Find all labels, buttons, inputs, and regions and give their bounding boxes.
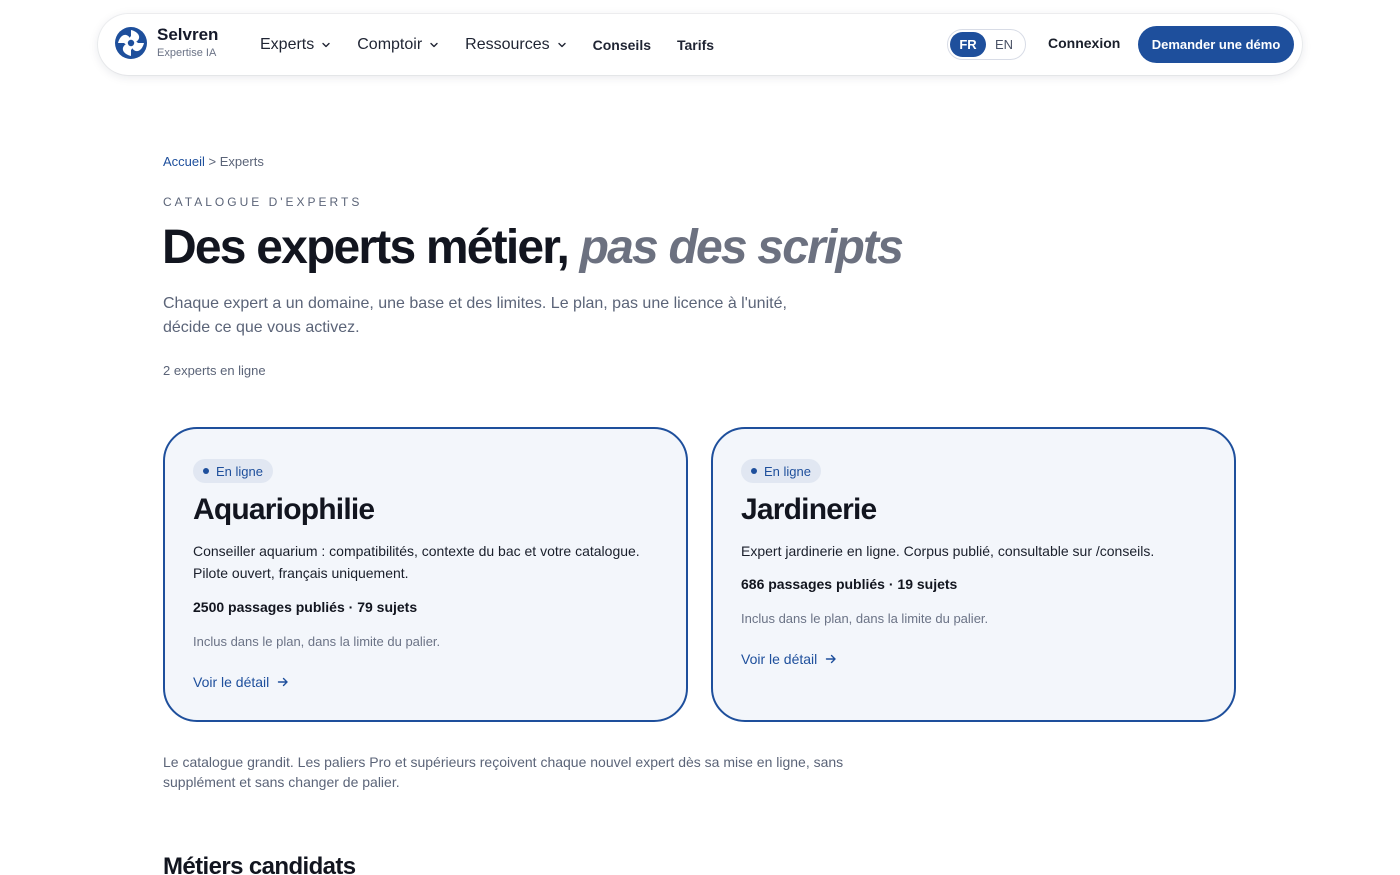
detail-link-label: Voir le détail <box>741 651 818 667</box>
brand[interactable]: Selvren Expertise IA <box>114 26 218 60</box>
menu-item-label: Comptoir <box>357 35 423 53</box>
status-badge-label: En ligne <box>216 463 263 479</box>
lang-option-en[interactable]: EN <box>986 32 1022 57</box>
expert-card-aquariophilie: En ligne Aquariophilie Conseiller aquari… <box>163 427 688 722</box>
expert-card-note: Inclus dans le plan, dans la limite du p… <box>741 611 989 626</box>
menu-item-label: Ressources <box>465 35 550 53</box>
status-badge-label: En ligne <box>764 463 811 479</box>
expert-card-title: Aquariophilie <box>193 493 375 526</box>
expert-card-stats: 2500 passages publiés · 79 sujets <box>193 599 418 615</box>
menu-item-conseils[interactable]: Conseils <box>593 37 651 53</box>
section-title: Métiers candidats <box>163 853 356 875</box>
breadcrumb-separator: > <box>208 154 217 169</box>
chevron-down-icon <box>557 42 566 47</box>
status-dot-icon <box>751 468 757 474</box>
expert-card-detail-link[interactable]: Voir le détail <box>193 674 289 690</box>
breadcrumb-current: Experts <box>219 154 264 169</box>
expert-card-title: Jardinerie <box>741 493 877 526</box>
request-demo-button[interactable]: Demander une démo <box>1138 26 1294 63</box>
page-title: Des experts métier, pas des scripts <box>162 220 904 275</box>
lang-option-fr[interactable]: FR <box>950 32 986 57</box>
expert-card-detail-link[interactable]: Voir le détail <box>741 651 837 667</box>
online-experts-count: 2 experts en ligne <box>163 363 266 378</box>
expert-card-stats: 686 passages publiés · 19 sujets <box>741 576 958 592</box>
page-lead: Chaque expert a un domaine, une base et … <box>163 295 787 336</box>
menu-item-tarifs[interactable]: Tarifs <box>677 37 714 53</box>
menu-item-label: Conseils <box>592 36 651 53</box>
menu-item-experts[interactable]: Experts <box>260 36 331 54</box>
brand-subtitle: Expertise IA <box>157 47 217 59</box>
breadcrumb: Accueil > Experts <box>163 154 264 169</box>
expert-card-description: Expert jardinerie en ligne. Corpus publi… <box>741 543 1155 559</box>
catalogue-note: Le catalogue grandit. Les paliers Pro et… <box>163 754 844 790</box>
arrow-right-icon <box>826 654 836 664</box>
chevron-down-icon <box>430 42 438 47</box>
page-title-main: Des experts métier, <box>162 221 570 274</box>
login-link[interactable]: Connexion <box>1048 35 1120 51</box>
menu-item-label: Experts <box>260 35 315 53</box>
expert-card-jardinerie: En ligne Jardinerie Expert jardinerie en… <box>711 427 1236 722</box>
status-badge: En ligne <box>741 459 821 483</box>
expert-card-note: Inclus dans le plan, dans la limite du p… <box>193 634 441 649</box>
detail-link-label: Voir le détail <box>193 674 270 690</box>
main-menu: Experts Comptoir Ressources Conseils Tar… <box>260 14 740 75</box>
menu-item-ressources[interactable]: Ressources <box>465 36 566 54</box>
breadcrumb-home-link[interactable]: Accueil <box>163 154 205 169</box>
swirl-logo-icon <box>115 27 147 59</box>
brand-name: Selvren <box>157 25 219 44</box>
status-dot-icon <box>203 468 209 474</box>
status-badge: En ligne <box>193 459 273 483</box>
expert-card-description: Conseiller aquarium : compatibilités, co… <box>193 543 640 581</box>
chevron-down-icon <box>322 42 330 47</box>
menu-item-label: Tarifs <box>677 36 715 53</box>
language-switch: FR EN <box>947 29 1026 60</box>
menu-item-comptoir[interactable]: Comptoir <box>357 36 439 54</box>
top-navigation: Selvren Expertise IA Experts Comptoir Re… <box>98 14 1302 75</box>
section-eyebrow: CATALOGUE D'EXPERTS <box>163 195 363 209</box>
arrow-right-icon <box>278 677 288 687</box>
page-title-italic: pas des scripts <box>579 221 904 274</box>
